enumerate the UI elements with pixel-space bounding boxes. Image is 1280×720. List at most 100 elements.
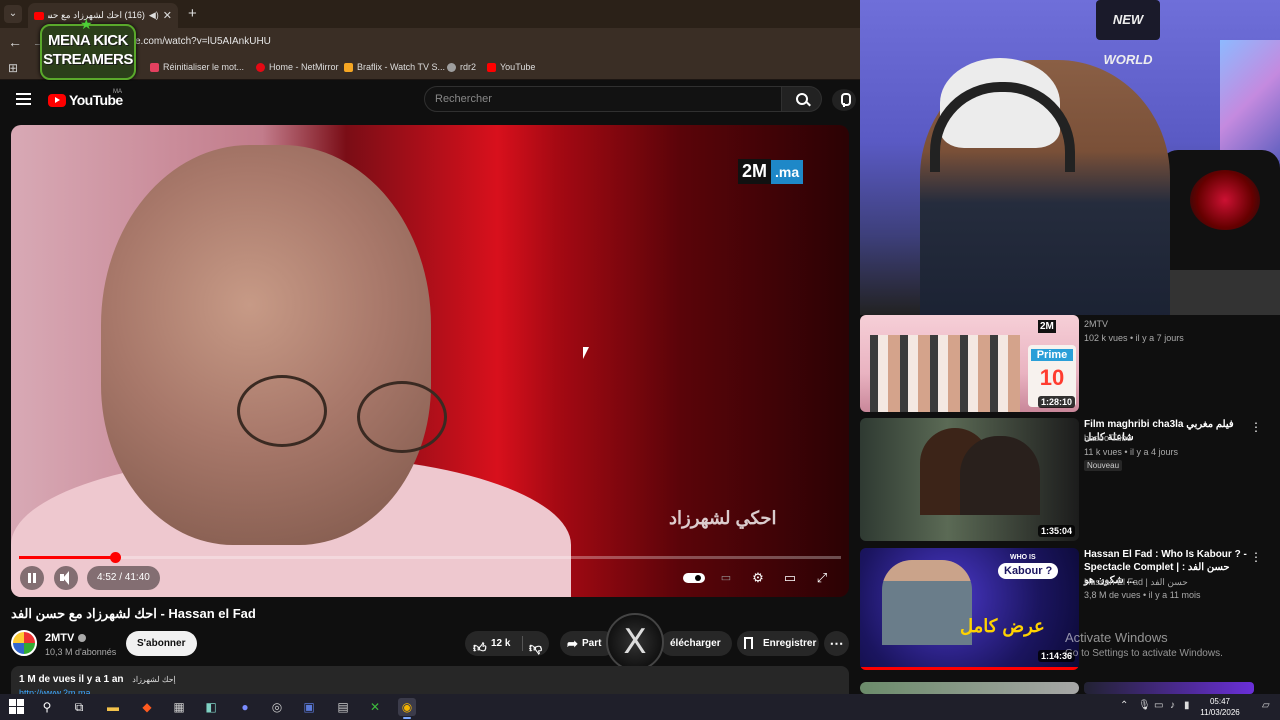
episode-number: 10 [1039, 365, 1065, 390]
document-app-icon[interactable]: ▤ [334, 698, 352, 716]
taskbar-clock[interactable]: 05:47 11/03/2026 [1196, 696, 1244, 718]
clock-time: 05:47 [1209, 697, 1231, 706]
rec-meta: 102 k vues • il y a 7 jours [1084, 333, 1184, 343]
more-vertical-icon[interactable]: ⋮ [1250, 420, 1262, 434]
search-icon[interactable]: ⚲ [38, 698, 56, 716]
task-view-icon[interactable]: ⧉ [70, 698, 88, 716]
chrome-icon[interactable]: ◉ [398, 698, 416, 719]
bookmark-label: rdr2 [460, 62, 477, 72]
bookmark-reinitialiser[interactable]: Réinitialiser le mot... [150, 62, 244, 72]
download-button[interactable]: élécharger [660, 631, 732, 656]
back-arrow-icon[interactable]: ← [8, 34, 22, 50]
notification-icon[interactable]: ▱ [1262, 700, 1270, 711]
chair-emblem [1190, 170, 1260, 230]
video-duration: 1:28:10 [1037, 396, 1075, 408]
video-thumbnail[interactable] [860, 682, 1079, 694]
display-tray-icon[interactable]: ▭ [1154, 700, 1163, 711]
netmirror-icon [256, 62, 265, 72]
screen: ⌄ (116) احك لشهرزاد مع حسن ◀) ✕ + ← → e.… [0, 0, 1280, 720]
file-explorer-icon[interactable]: ▬ [104, 698, 122, 716]
thumbnail-text: Kabour ? [998, 563, 1059, 579]
like-button[interactable]: 👍︎ 12 k [465, 631, 521, 656]
share-label: Part [582, 638, 602, 649]
more-options-button[interactable]: ⋯ [824, 631, 849, 656]
microphone-icon[interactable] [832, 89, 856, 111]
instagram-icon [150, 62, 159, 72]
theater-mode-icon[interactable]: ▭ [779, 569, 801, 587]
notes-app-icon[interactable]: ◧ [202, 698, 220, 716]
channel-watermark: 2M .ma [738, 159, 804, 184]
bookmark-braflix[interactable]: Braflix - Watch TV S... [344, 62, 445, 72]
search-input[interactable]: Rechercher [424, 86, 782, 112]
save-button[interactable]: Enregistrer [737, 631, 819, 656]
speaker-tray-icon[interactable]: ♪ [1170, 700, 1175, 711]
video-thumbnail[interactable]: 1:35:04 [860, 418, 1079, 541]
windows-taskbar: ⚲ ⧉ ▬ ◆ ▦ ◧ ● ◎ ▣ ▤ ✕ ◉ ⌃ 🎙︎ ▭ ♪ ▮ 05:47… [0, 694, 1280, 720]
discord-icon[interactable]: ● [236, 698, 254, 716]
tab-title: (116) احك لشهرزاد مع حسن [48, 10, 145, 20]
channel-name[interactable]: 2MTV [45, 632, 74, 644]
brave-browser-icon[interactable]: ◆ [138, 698, 156, 716]
country-code: MA [113, 89, 122, 95]
address-bar[interactable]: e.com/watch?v=lU5AIAnkUHU [135, 36, 271, 47]
rec-channel[interactable]: 2MTV [1084, 319, 1108, 329]
pause-button[interactable] [20, 566, 44, 590]
video-thumbnail[interactable]: 2M Prime 10 1:28:10 [860, 315, 1079, 412]
globe-icon [447, 62, 456, 72]
video-thumbnail[interactable] [1084, 682, 1254, 694]
video-thumbnail[interactable]: WHO IS Kabour ? عرض كامل 1:14:36 [860, 548, 1079, 670]
youtube-header: YouTube MA Rechercher [0, 81, 860, 119]
bookmark-youtube[interactable]: YouTube [487, 62, 535, 72]
network-tray-icon[interactable]: ▮ [1184, 700, 1190, 711]
watermark-2m: 2M [738, 159, 772, 184]
bookmark-label: Réinitialiser le mot... [163, 62, 245, 72]
speaker-icon[interactable]: ◀) [149, 10, 159, 21]
settings-gear-icon[interactable]: ⚙ [747, 569, 769, 587]
autoplay-toggle[interactable] [683, 573, 705, 583]
bookmark-netmirror[interactable]: Home - NetMirror [256, 62, 339, 72]
menu-hamburger-icon[interactable] [16, 93, 31, 105]
logo-line2: STREAMERS [43, 51, 133, 68]
download-label: élécharger [670, 638, 721, 649]
subscriber-count: 10,3 M d'abonnés [45, 647, 117, 657]
rec-channel[interactable]: badoo Tube [1084, 433, 1132, 443]
watched-progress [860, 667, 1079, 670]
progress-bar[interactable] [19, 552, 841, 563]
description-tag[interactable]: إحك لشهرزاد [132, 675, 175, 684]
save-label: Enregistrer [763, 638, 817, 649]
subtitles-icon[interactable]: ▭ [715, 569, 737, 587]
youtube-logo[interactable]: YouTube [48, 92, 123, 108]
apps-grid-icon[interactable]: ⊞ [8, 61, 18, 75]
channel-avatar[interactable] [11, 630, 37, 656]
more-vertical-icon[interactable]: ⋮ [1250, 550, 1262, 564]
progress-fill [19, 556, 115, 559]
windows-start-icon[interactable] [8, 698, 26, 716]
bookmark-rdr2[interactable]: rdr2 [447, 62, 476, 72]
braflix-icon [344, 62, 353, 72]
video-player[interactable]: 2M .ma احكي لشهرزاد 4:52 / 41:40 ▭ ⚙ ▭ ⤢ [11, 125, 849, 597]
search-icon[interactable] [782, 86, 822, 112]
rec-channel[interactable]: Hassan El Fad | حسن الفد [1084, 577, 1188, 588]
fullscreen-icon[interactable]: ⤢ [811, 569, 833, 587]
thumbs-down-icon[interactable]: 👎︎ [529, 635, 542, 656]
steam-icon[interactable]: ◎ [268, 698, 286, 716]
bookmark-icon [744, 637, 753, 649]
calendar-icon[interactable]: ▦ [170, 698, 188, 716]
video-frame-glasses [197, 375, 465, 455]
xbox-icon[interactable]: ✕ [366, 698, 384, 716]
tab-search-menu-icon[interactable]: ⌄ [4, 5, 22, 23]
youtube-favicon-icon [34, 11, 44, 20]
progress-scrubber[interactable] [110, 552, 121, 563]
tab-close-icon[interactable]: ✕ [163, 9, 172, 22]
like-count: 12 k [491, 638, 511, 649]
tray-expand-icon[interactable]: ⌃ [1120, 700, 1128, 711]
logo-line1: MENA KICK [48, 32, 128, 49]
x-logo-overlay: X [606, 613, 664, 671]
new-tab-button[interactable]: + [188, 5, 197, 22]
mena-kick-streamers-logo: ★ MENA KICK STREAMERS [40, 16, 136, 80]
volume-button[interactable] [54, 566, 78, 590]
subscribe-button[interactable]: S'abonner [126, 631, 197, 656]
microphone-tray-icon[interactable]: 🎙︎ [1138, 700, 1151, 711]
streamer-webcam: NEW WORLD [860, 0, 1280, 315]
app-icon[interactable]: ▣ [300, 698, 318, 716]
